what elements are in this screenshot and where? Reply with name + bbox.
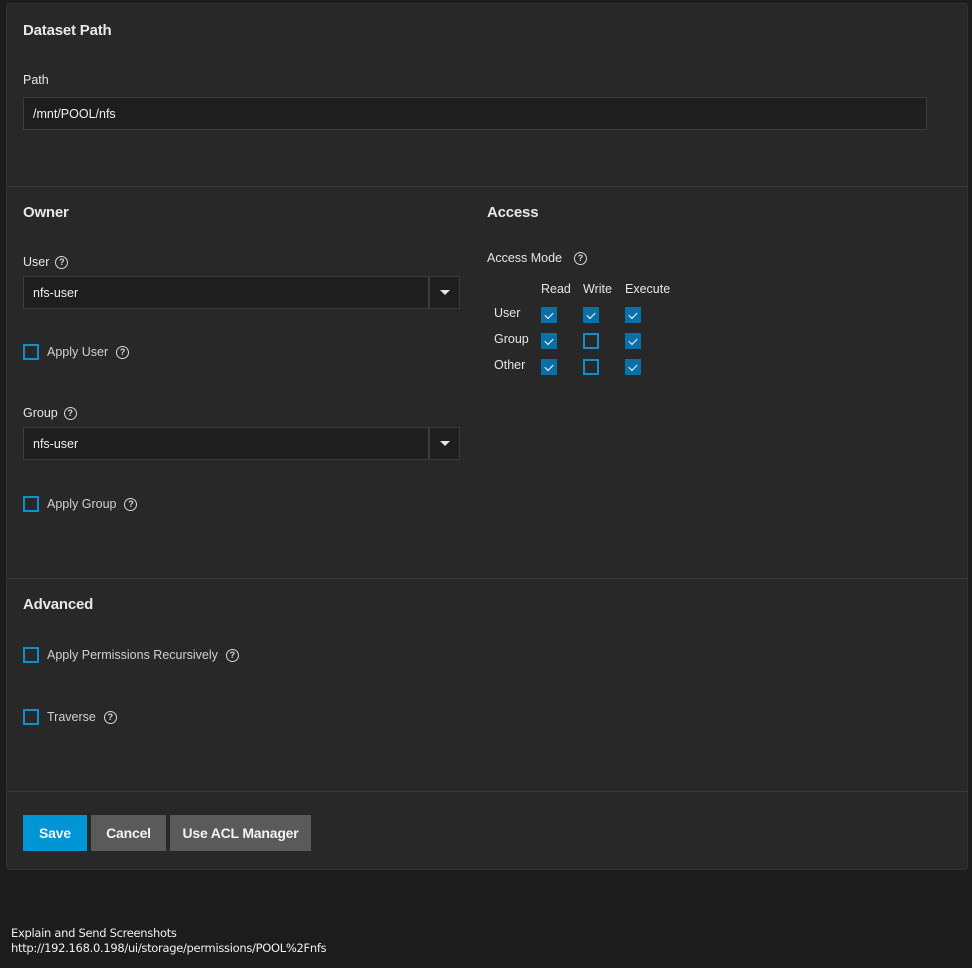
page-url: http://192.168.0.198/ui/storage/permissi… <box>11 941 327 955</box>
column-header-read: Read <box>541 282 571 296</box>
column-header-write: Write <box>583 282 612 296</box>
owner-title: Owner <box>23 204 69 221</box>
permissions-card: Dataset Path Path Owner User ? nfs-user … <box>6 3 968 870</box>
apply-user-checkbox[interactable] <box>23 344 39 360</box>
user-execute-checkbox[interactable] <box>625 307 641 323</box>
user-select[interactable]: nfs-user <box>23 276 429 309</box>
chevron-down-icon <box>439 441 450 446</box>
cancel-button[interactable]: Cancel <box>91 815 166 851</box>
user-read-checkbox[interactable] <box>541 307 557 323</box>
section-divider <box>7 186 967 187</box>
help-icon[interactable]: ? <box>225 648 239 662</box>
help-icon[interactable]: ? <box>103 710 117 724</box>
path-label-text: Path <box>23 73 49 87</box>
chevron-down-icon <box>439 290 450 295</box>
help-icon[interactable]: ? <box>55 255 69 269</box>
path-label: Path <box>23 73 49 87</box>
advanced-title: Advanced <box>23 596 94 613</box>
apply-recursively-label: Apply Permissions Recursively <box>47 648 218 662</box>
recursive-row: Apply Permissions Recursively ? <box>23 647 239 663</box>
other-write-checkbox[interactable] <box>583 359 599 375</box>
access-mode-label: Access Mode ? <box>487 251 588 265</box>
use-acl-manager-button[interactable]: Use ACL Manager <box>170 815 311 851</box>
group-select-value: nfs-user <box>33 436 79 451</box>
column-header-execute: Execute <box>625 282 671 296</box>
group-select[interactable]: nfs-user <box>23 427 429 460</box>
group-write-checkbox[interactable] <box>583 333 599 349</box>
help-icon[interactable]: ? <box>574 251 588 265</box>
group-select-toggle[interactable] <box>429 427 460 460</box>
traverse-row: Traverse ? <box>23 709 117 725</box>
help-icon[interactable]: ? <box>124 497 138 511</box>
section-divider <box>7 791 967 792</box>
user-select-toggle[interactable] <box>429 276 460 309</box>
user-write-checkbox[interactable] <box>583 307 599 323</box>
section-divider <box>7 578 967 579</box>
apply-group-checkbox[interactable] <box>23 496 39 512</box>
row-label-other: Other <box>494 358 526 372</box>
group-label: Group ? <box>23 406 77 420</box>
dataset-path-title: Dataset Path <box>23 22 112 39</box>
group-label-text: Group <box>23 406 58 420</box>
row-label-user: User <box>494 306 521 320</box>
access-mode-label-text: Access Mode <box>487 251 563 265</box>
traverse-label: Traverse <box>47 710 96 724</box>
apply-recursively-checkbox[interactable] <box>23 647 39 663</box>
user-label: User ? <box>23 255 69 269</box>
apply-user-label: Apply User <box>47 345 109 359</box>
explain-screenshots-link[interactable]: Explain and Send Screenshots <box>11 926 177 940</box>
other-execute-checkbox[interactable] <box>625 359 641 375</box>
apply-group-label: Apply Group <box>47 497 117 511</box>
access-title: Access <box>487 204 539 221</box>
user-label-text: User <box>23 255 50 269</box>
help-icon[interactable]: ? <box>116 345 130 359</box>
apply-user-row: Apply User ? <box>23 344 130 360</box>
user-select-value: nfs-user <box>33 285 79 300</box>
help-icon[interactable]: ? <box>63 406 77 420</box>
apply-group-row: Apply Group ? <box>23 496 138 512</box>
save-button[interactable]: Save <box>23 815 87 851</box>
traverse-checkbox[interactable] <box>23 709 39 725</box>
group-execute-checkbox[interactable] <box>625 333 641 349</box>
row-label-group: Group <box>494 332 529 346</box>
path-input[interactable] <box>23 97 927 130</box>
group-read-checkbox[interactable] <box>541 333 557 349</box>
other-read-checkbox[interactable] <box>541 359 557 375</box>
